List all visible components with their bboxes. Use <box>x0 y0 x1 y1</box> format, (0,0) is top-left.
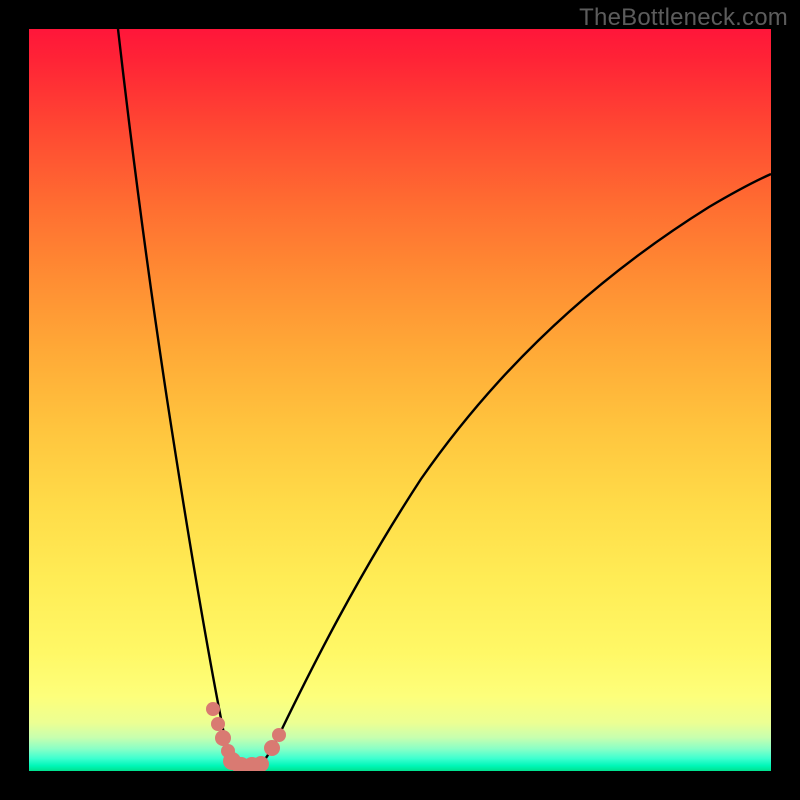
marker-dot <box>211 717 225 731</box>
bottleneck-curve-right <box>253 174 771 769</box>
marker-dot <box>264 740 280 756</box>
marker-dot <box>272 728 286 742</box>
plot-area <box>29 29 771 771</box>
marker-dot <box>215 730 231 746</box>
marker-dot <box>206 702 220 716</box>
watermark-text: TheBottleneck.com <box>579 4 788 32</box>
curve-layer <box>29 29 771 771</box>
bottleneck-curve-left <box>118 29 243 769</box>
chart-frame: TheBottleneck.com <box>0 0 800 800</box>
valley-marker-group <box>206 702 286 771</box>
